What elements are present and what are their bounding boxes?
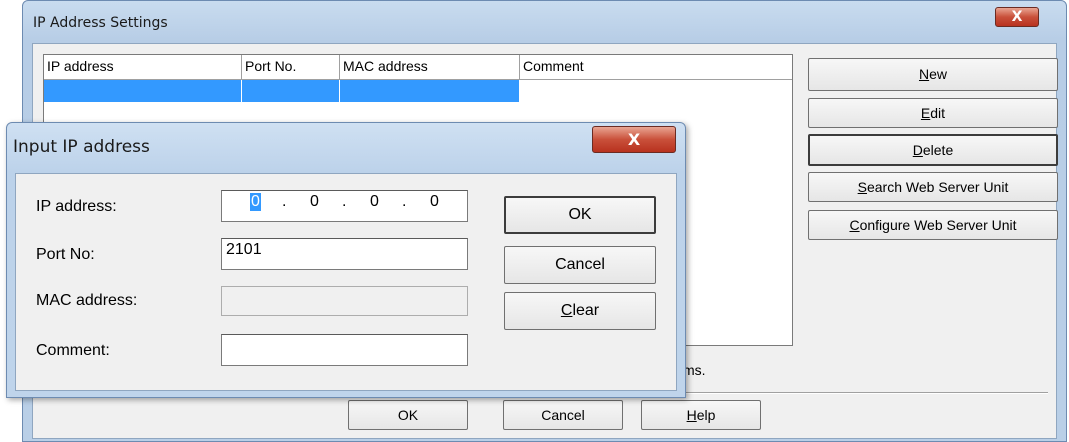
- comment-input[interactable]: [221, 334, 468, 366]
- configure-web-server-unit-button[interactable]: Configure Web Server Unit: [808, 210, 1058, 240]
- ip-octet-3[interactable]: 0: [370, 193, 379, 211]
- ip-octet-4[interactable]: 0: [430, 193, 439, 211]
- search-web-server-unit-button[interactable]: Search Web Server Unit: [808, 172, 1058, 202]
- ip-address-label: IP address:: [36, 198, 117, 215]
- column-header-mac[interactable]: MAC address: [340, 55, 520, 79]
- list-row-selected[interactable]: [44, 80, 792, 102]
- dialog-client-area: IP address: 0 . 0 . 0 . 0 Port No: 2101 …: [15, 173, 677, 391]
- ip-address-input[interactable]: 0 . 0 . 0 . 0: [221, 190, 468, 222]
- column-header-ip[interactable]: IP address: [44, 55, 242, 79]
- help-button[interactable]: Help: [641, 400, 761, 430]
- comment-label: Comment:: [36, 342, 110, 359]
- list-cell: [340, 80, 520, 102]
- list-cell: [520, 80, 792, 102]
- mac-address-input: [221, 286, 468, 316]
- clear-button[interactable]: Clear: [504, 292, 656, 330]
- column-header-port[interactable]: Port No.: [242, 55, 340, 79]
- column-header-comment[interactable]: Comment: [520, 55, 792, 79]
- ip-dot: .: [342, 193, 347, 210]
- ip-dot: .: [282, 193, 287, 210]
- port-label: Port No:: [36, 246, 95, 263]
- dialog-ok-button[interactable]: OK: [504, 196, 656, 234]
- ip-octet-1[interactable]: 0: [250, 193, 261, 211]
- cancel-button[interactable]: Cancel: [503, 400, 623, 430]
- mac-address-label: MAC address:: [36, 292, 138, 309]
- dialog-cancel-button[interactable]: Cancel: [504, 246, 656, 284]
- list-cell: [44, 80, 242, 102]
- ip-dot: .: [402, 193, 407, 210]
- window-title: IP Address Settings: [33, 15, 168, 31]
- ip-octet-2[interactable]: 0: [310, 193, 319, 211]
- edit-button[interactable]: Edit: [808, 98, 1058, 128]
- new-button[interactable]: New: [808, 58, 1058, 91]
- dialog-close-button[interactable]: X: [592, 126, 676, 153]
- ok-button[interactable]: OK: [348, 400, 468, 430]
- input-ip-address-dialog: Input IP address X IP address: 0 . 0 . 0…: [6, 122, 686, 398]
- close-button[interactable]: X: [995, 7, 1039, 27]
- list-header: IP address Port No. MAC address Comment: [44, 55, 792, 80]
- delete-button[interactable]: Delete: [808, 134, 1058, 166]
- list-cell: [242, 80, 340, 102]
- port-input[interactable]: 2101: [221, 238, 468, 270]
- dialog-title: Input IP address: [13, 137, 150, 157]
- hint-text: ms.: [683, 362, 706, 378]
